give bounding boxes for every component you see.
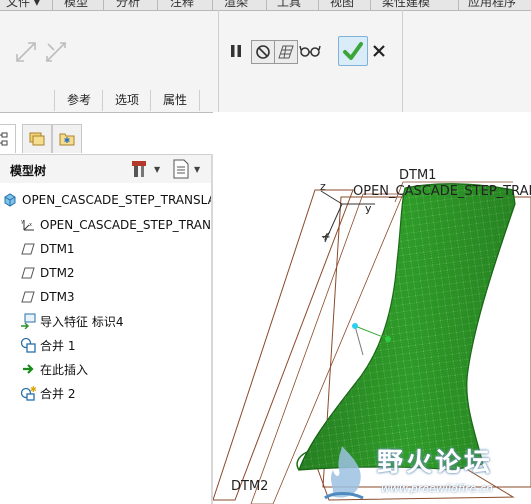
tab-favorites[interactable]: ✱ — [52, 124, 82, 153]
tab-view[interactable]: 视图 — [326, 0, 358, 10]
tree-show-button[interactable]: ▼ — [172, 159, 210, 179]
tree-item-label: DTM2 — [40, 266, 75, 280]
tree-item-dtm1[interactable]: DTM1 — [20, 239, 75, 259]
ribbon: 文件 ▾ 模型 分析 注释 渲染 工具 视图 柔性建模 应用程序 参考 选项 属… — [0, 0, 531, 113]
tab-analysis[interactable]: 分析 — [112, 0, 144, 10]
merge-active-icon: ✱ — [20, 385, 36, 401]
label-dtm1: DTM1 — [399, 168, 437, 183]
tree-item-label: 在此插入 — [40, 362, 89, 377]
tree-item-label: 合并 1 — [40, 338, 76, 353]
checkmark-icon — [342, 40, 364, 62]
tree-item-import-feature[interactable]: 导入特征 标识4 — [20, 311, 123, 331]
label-axis-z: z — [320, 180, 326, 193]
watermark-text: 野火论坛 — [377, 448, 494, 478]
tree-item-root-part[interactable]: OPEN_CASCADE_STEP_TRANSLA- — [2, 190, 211, 210]
flame-logo-icon — [324, 446, 364, 500]
folder-stack-icon — [28, 130, 46, 148]
label-csys: OPEN_CASCADE_STEP_TRANSLA — [353, 184, 531, 199]
menu-strip: 文件 ▾ 模型 分析 注释 渲染 工具 视图 柔性建模 应用程序 — [0, 0, 531, 11]
watermark-url: www.proewildfire.cn — [381, 482, 493, 495]
tree-item-label: 导入特征 标识4 — [40, 314, 124, 329]
pause-icon[interactable] — [226, 40, 246, 62]
label-axis-y: y — [365, 202, 372, 215]
tab-folder-browser[interactable] — [22, 124, 52, 153]
favorites-folder-icon: ✱ — [58, 130, 76, 148]
tree-item-label: DTM1 — [40, 242, 75, 256]
navigator-tabs: ✱ — [0, 122, 213, 154]
svg-text:x: x — [29, 222, 32, 228]
tree-item-merge-2[interactable]: ✱ 合并 2 — [20, 383, 75, 403]
model-tree-header: 模型树 ▼ ▼ — [0, 154, 211, 184]
model-tree: OPEN_CASCADE_STEP_TRANSLA- yx OPEN_CASCA… — [0, 183, 211, 504]
model-tree-icon — [0, 131, 9, 147]
datum-plane-icon — [20, 265, 36, 281]
tab-model-tree[interactable] — [0, 124, 16, 153]
ribbon-divider — [402, 10, 403, 112]
datum-plane-icon — [20, 241, 36, 257]
verify-icon[interactable] — [274, 40, 298, 64]
coordinate-system-icon: yx — [20, 217, 36, 233]
svg-text:y: y — [21, 219, 24, 225]
transform-out-icon[interactable] — [44, 40, 68, 64]
tree-item-insert-here[interactable]: 在此插入 — [20, 359, 88, 379]
subtab-references[interactable]: 参考 — [54, 90, 103, 111]
chevron-down-icon: ▼ — [194, 164, 201, 174]
no-preview-icon[interactable] — [251, 40, 275, 64]
tab-annotate[interactable]: 注释 — [166, 0, 198, 10]
cancel-icon[interactable] — [370, 42, 388, 60]
model-tree-title: 模型树 — [10, 164, 47, 178]
ribbon-divider — [218, 10, 219, 112]
tab-file[interactable]: 文件 ▾ — [2, 0, 44, 10]
part-icon — [2, 192, 18, 208]
ok-button[interactable] — [338, 36, 368, 66]
merge-icon — [20, 337, 36, 353]
tree-item-dtm2[interactable]: DTM2 — [20, 263, 75, 283]
tab-applications[interactable]: 应用程序 — [464, 0, 520, 10]
list-document-icon — [172, 159, 190, 179]
subtab-options[interactable]: 选项 — [102, 90, 151, 111]
svg-text:✱: ✱ — [30, 385, 36, 394]
subtab-properties[interactable]: 属性 — [150, 90, 200, 111]
transform-in-icon[interactable] — [14, 40, 38, 64]
tab-model[interactable]: 模型 — [60, 0, 92, 10]
tab-tools[interactable]: 工具 — [273, 0, 305, 10]
label-dtm2: DTM2 — [231, 479, 269, 494]
tree-item-label: 合并 2 — [40, 386, 76, 401]
preview-glasses-icon[interactable] — [298, 40, 322, 62]
hammer-icon — [130, 159, 150, 179]
tree-item-merge-1[interactable]: 合并 1 — [20, 335, 75, 355]
tree-settings-button[interactable]: ▼ — [130, 159, 168, 179]
watermark: 野火论坛 www.proewildfire.cn — [303, 440, 531, 504]
tab-flexible-modeling[interactable]: 柔性建模 — [378, 0, 434, 10]
import-feature-icon — [20, 313, 36, 329]
tree-item-label: OPEN_CASCADE_STEP_TRANSLA- — [22, 193, 211, 207]
svg-text:✱: ✱ — [64, 136, 71, 145]
insert-here-arrow-icon — [20, 361, 36, 377]
tree-item-dtm3[interactable]: DTM3 — [20, 287, 75, 307]
tree-item-label: OPEN_CASCADE_STEP_TRANS — [40, 218, 211, 232]
tree-item-csys[interactable]: yx OPEN_CASCADE_STEP_TRANS — [20, 215, 211, 235]
chevron-down-icon: ▼ — [154, 164, 161, 174]
tab-render[interactable]: 渲染 — [220, 0, 252, 10]
tree-item-label: DTM3 — [40, 290, 75, 304]
datum-plane-icon — [20, 289, 36, 305]
